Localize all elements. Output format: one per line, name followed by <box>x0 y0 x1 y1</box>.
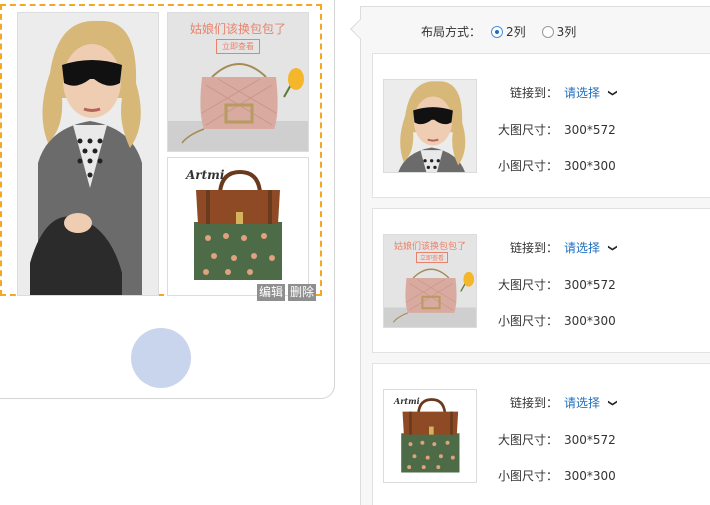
small-size-value: 300*300 <box>564 468 616 483</box>
link-label: 链接到： <box>509 241 558 255</box>
grid-cell-small-bottom[interactable]: Artmi <box>167 157 309 296</box>
link-select[interactable]: 请选择 <box>564 239 600 256</box>
chevron-down-icon[interactable]: ❯ <box>607 89 617 97</box>
woman-sunglasses-photo <box>18 13 159 296</box>
link-select[interactable]: 请选择 <box>564 394 600 411</box>
chevron-down-icon[interactable]: ❯ <box>607 399 617 407</box>
layout-label: 布局方式： <box>421 25 482 39</box>
big-size-row: 大图尺寸： 300*572 <box>488 121 616 138</box>
delete-button[interactable]: 删除 <box>288 284 317 301</box>
link-to-row: 链接到： 请选择 ❯ <box>488 394 617 411</box>
big-size-label: 大图尺寸： <box>497 433 558 447</box>
selected-image-grid[interactable]: 姑娘们该换包包了 立即查看 Artmi 编辑 删除 <box>0 4 322 301</box>
small-size-value: 300*300 <box>564 313 616 328</box>
link-label: 链接到： <box>509 396 558 410</box>
banner-view-button: 立即查看 <box>216 39 260 54</box>
small-size-label: 小图尺寸： <box>497 314 558 328</box>
banner-title: 姑娘们该换包包了 <box>393 242 466 252</box>
layout-option-2col[interactable]: 2列 <box>491 23 526 40</box>
layout-option-label: 3列 <box>556 25 577 39</box>
radio-unchecked-icon[interactable] <box>541 25 554 38</box>
small-size-value: 300*300 <box>564 158 616 173</box>
big-size-value: 300*572 <box>564 277 616 292</box>
small-size-label: 小图尺寸： <box>497 159 558 173</box>
woman-sunglasses-photo <box>384 80 476 172</box>
banner-title: 姑娘们该换包包了 <box>189 22 286 36</box>
banner-view-button: 立即查看 <box>416 252 449 263</box>
grid-cell-small-top[interactable]: 姑娘们该换包包了 立即查看 <box>167 12 309 152</box>
radio-checked-icon[interactable] <box>491 25 504 38</box>
link-to-row: 链接到： 请选择 ❯ <box>488 239 617 256</box>
edit-button[interactable]: 编辑 <box>257 284 286 301</box>
big-size-label: 大图尺寸： <box>497 123 558 137</box>
item-thumbnail[interactable]: 姑娘们该换包包了 立即查看 <box>383 234 477 328</box>
big-size-value: 300*572 <box>564 122 616 137</box>
small-size-row: 小图尺寸： 300*300 <box>488 467 616 484</box>
image-item-card: 链接到： 请选择 ❯ 大图尺寸： 300*572 小图尺寸： 300*300 <box>372 53 710 198</box>
grid-cell-large[interactable] <box>17 12 159 296</box>
link-label: 链接到： <box>509 86 558 100</box>
image-item-card: Artmi 链接到： 请选择 ❯ 大图尺寸： 300*572 小图尺寸： 300… <box>372 363 710 505</box>
layout-option-label: 2列 <box>506 25 526 39</box>
home-button[interactable] <box>131 328 191 388</box>
big-size-row: 大图尺寸： 300*572 <box>488 276 616 293</box>
link-to-row: 链接到： 请选择 ❯ <box>488 84 617 101</box>
grid-actions: 编辑 删除 <box>257 284 317 301</box>
big-size-value: 300*572 <box>564 432 616 447</box>
big-size-label: 大图尺寸： <box>497 278 558 292</box>
item-thumbnail[interactable] <box>383 79 477 173</box>
settings-panel: 布局方式： 2列 3列 链接到： 请选择 ❯ 大图尺寸： 300*572 小图尺… <box>360 6 710 505</box>
brand-text: Artmi <box>186 168 225 182</box>
layout-mode-row: 布局方式： 2列 3列 <box>421 23 592 40</box>
image-item-card: 姑娘们该换包包了 立即查看 链接到： 请选择 ❯ 大图尺寸： 300*572 小… <box>372 208 710 353</box>
small-size-row: 小图尺寸： 300*300 <box>488 157 616 174</box>
chevron-down-icon[interactable]: ❯ <box>607 244 617 252</box>
link-select[interactable]: 请选择 <box>564 84 600 101</box>
item-thumbnail[interactable]: Artmi <box>383 389 477 483</box>
big-size-row: 大图尺寸： 300*572 <box>488 431 616 448</box>
brand-text: Artmi <box>394 396 420 406</box>
small-size-label: 小图尺寸： <box>497 469 558 483</box>
layout-option-3col[interactable]: 3列 <box>541 23 577 40</box>
small-size-row: 小图尺寸： 300*300 <box>488 312 616 329</box>
